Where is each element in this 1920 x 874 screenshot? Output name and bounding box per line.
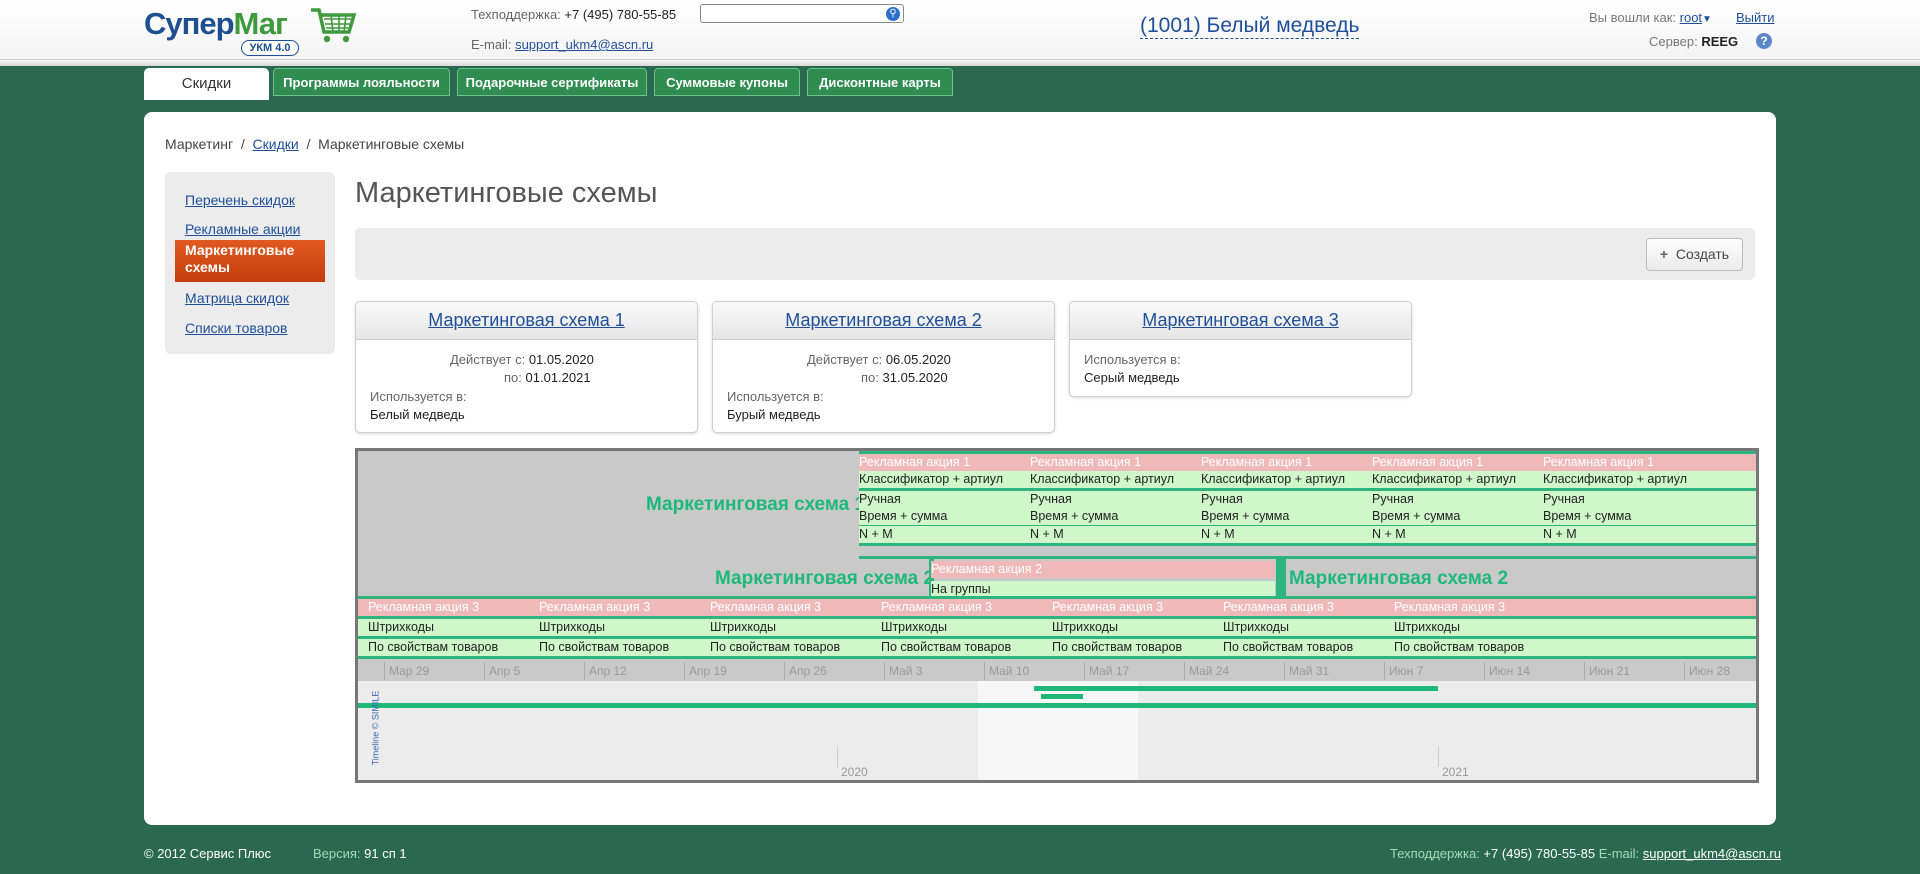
timeline-tick-label: Май 17	[1084, 662, 1129, 680]
plus-icon: +	[1659, 246, 1669, 262]
scheme-card: Маркетинговая схема 3 Используется в: Се…	[1069, 301, 1412, 397]
timeline-event[interactable]: Штрихкоды Штрихкоды Штрихкоды Штрихкоды Штри…	[358, 619, 1756, 636]
help-icon[interactable]: ?	[1756, 33, 1772, 49]
sidebar-item-discount-list[interactable]: Перечень скидок	[185, 192, 295, 208]
timeline-band	[859, 556, 1756, 559]
timeline-overview-event	[1034, 686, 1438, 691]
timeline-band	[859, 543, 1756, 546]
timeline-tick-label: Май 31	[1284, 662, 1329, 680]
scheme-card-body: Действует с: 01.05.2020 по: 01.01.2021 И…	[370, 352, 594, 422]
timeline-event[interactable]: Классификатор + артиул Классификатор + ар…	[859, 471, 1756, 488]
scheme-card-header: Маркетинговая схема 2	[713, 302, 1054, 340]
timeline-scheme-title: Маркетинговая схема 2	[715, 568, 935, 589]
logout-link[interactable]: Выйти	[1736, 10, 1775, 25]
tab-gift-certificates[interactable]: Подарочные сертификаты	[457, 68, 647, 96]
version-badge: УКМ 4.0	[241, 40, 299, 56]
timeline-tick-label: Июн 14	[1484, 662, 1530, 680]
server-name: REEG	[1701, 34, 1739, 49]
scheme-card-body: Используется в: Серый медведь	[1084, 352, 1181, 385]
timeline-event[interactable]: Ручная Ручная Ручная Ручная Ручная	[859, 491, 1756, 508]
scheme-card-body: Действует с: 06.05.2020 по: 31.05.2020 И…	[727, 352, 951, 422]
timeline-tick-label: Апр 5	[484, 662, 520, 680]
timeline-scheme-title: Маркетинговая схема 2	[1289, 568, 1509, 589]
user-info: Вы вошли как: root▼	[1589, 10, 1712, 25]
support-phone: +7 (495) 780-55-85	[564, 7, 677, 22]
scheme-card-header: Маркетинговая схема 3	[1070, 302, 1411, 340]
search-box[interactable]: ⚲	[700, 4, 904, 23]
timeline-overview-band[interactable]: 2020 2021 Timeline © SIMILE	[358, 681, 1756, 780]
sidebar: Перечень скидок Рекламные акции Маркетин…	[165, 172, 335, 354]
timeline-overview-event	[358, 703, 1756, 708]
server-info: Сервер: REEG	[1649, 34, 1739, 49]
scheme-card: Маркетинговая схема 2 Действует с: 06.05…	[712, 301, 1055, 433]
timeline-event[interactable]: N + MN + MN + MN + MN + M	[859, 526, 1756, 543]
footer-copyright: © 2012 Сервис Плюс	[144, 846, 272, 861]
timeline-event[interactable]: Рекламная акция 3 Рекламная акция 3 Реклам…	[358, 599, 1756, 616]
timeline[interactable]: Маркетинговая схема 1 Рекламная акция 1Р…	[355, 448, 1759, 783]
breadcrumb-link-discounts[interactable]: Скидки	[253, 136, 299, 152]
timeline-tick-label: Июн 7	[1384, 662, 1423, 680]
footer-email-link[interactable]: support_ukm4@ascn.ru	[1643, 846, 1781, 861]
timeline-tick-label: Мар 29	[384, 662, 429, 680]
timeline-tick-label: Июн 28	[1684, 662, 1730, 680]
timeline-tick-label: Апр 19	[684, 662, 727, 680]
tab-discounts[interactable]: Скидки	[144, 68, 269, 100]
cart-icon	[311, 8, 357, 43]
timeline-overview-event	[1041, 694, 1083, 699]
header-support: Техподдержка: +7 (495) 780-55-85	[471, 7, 677, 22]
sidebar-item-product-lists[interactable]: Списки товаров	[185, 320, 287, 336]
user-menu[interactable]: root	[1680, 10, 1702, 25]
sidebar-item-discount-matrix[interactable]: Матрица скидок	[185, 290, 289, 306]
timeline-band	[358, 656, 1756, 659]
breadcrumb-current: Маркетинговые схемы	[318, 136, 465, 152]
logo[interactable]: СуперМаг УКМ 4.0	[144, 4, 357, 56]
search-icon[interactable]: ⚲	[886, 7, 900, 21]
page-title: Маркетинговые схемы	[355, 177, 658, 209]
scheme-card: Маркетинговая схема 1 Действует с: 01.05…	[355, 301, 698, 433]
timeline-tick-label: Апр 26	[784, 662, 827, 680]
timeline-year-label: 2020	[837, 747, 868, 779]
chevron-down-icon[interactable]: ▼	[1702, 14, 1712, 25]
toolbar: + Создать	[355, 228, 1755, 280]
footer-version: Версия: 91 сп 1	[313, 846, 407, 861]
footer-support: Техподдержка: +7 (495) 780-55-85 E-mail:…	[1390, 846, 1781, 861]
timeline-event[interactable]: Рекламная акция 1 Рекламная акция 1 Реклам…	[859, 454, 1756, 471]
timeline-event[interactable]: Рекламная акция 2	[931, 561, 1275, 578]
scheme-card-title-link[interactable]: Маркетинговая схема 1	[428, 310, 624, 330]
timeline-tick-label: Июн 21	[1584, 662, 1630, 680]
timeline-event[interactable]: Время + сумма Время + сумма Время + сумма В…	[859, 508, 1756, 525]
scheme-card-title-link[interactable]: Маркетинговая схема 2	[785, 310, 981, 330]
timeline-tick-label: Май 10	[984, 662, 1029, 680]
sidebar-item-marketing-schemes[interactable]: Маркетинговые схемы	[175, 240, 325, 282]
tab-loyalty-programs[interactable]: Программы лояльности	[273, 68, 450, 96]
timeline-tick-label: Май 24	[1184, 662, 1229, 680]
scheme-card-header: Маркетинговая схема 1	[356, 302, 697, 340]
timeline-year-label: 2021	[1438, 747, 1469, 779]
timeline-axis: Мар 29 Апр 5 Апр 12 Апр 19 Апр 26 Май 3 Май 10…	[358, 662, 1756, 681]
timeline-tick-label: Май 3	[884, 662, 923, 680]
timeline-scheme-title: Маркетинговая схема 1	[646, 494, 866, 515]
sidebar-item-ad-campaigns[interactable]: Рекламные акции	[185, 221, 300, 237]
top-header: СуперМаг УКМ 4.0 Техподдержка: +7 (495) …	[0, 0, 1920, 60]
support-email-link[interactable]: support_ukm4@ascn.ru	[515, 37, 653, 52]
tab-sum-coupons[interactable]: Суммовые купоны	[654, 68, 800, 96]
breadcrumb: Маркетинг / Скидки / Маркетинговые схемы	[165, 136, 465, 152]
current-store-link[interactable]: (1001) Белый медведь	[1140, 14, 1360, 39]
create-button[interactable]: + Создать	[1646, 238, 1743, 271]
logo-text: СуперМаг	[144, 6, 288, 41]
header-divider	[0, 60, 1920, 66]
timeline-event[interactable]: По свойствам товаров По свойствам товаров…	[358, 639, 1756, 656]
timeline-credit: Timeline © SIMILE	[370, 690, 381, 766]
content-panel: Маркетинг / Скидки / Маркетинговые схемы…	[144, 112, 1776, 825]
timeline-band	[1276, 556, 1286, 596]
scheme-card-title-link[interactable]: Маркетинговая схема 3	[1142, 310, 1338, 330]
timeline-tick-label: Апр 12	[584, 662, 627, 680]
tab-discount-cards[interactable]: Дисконтные карты	[807, 68, 953, 96]
header-email: E-mail: support_ukm4@ascn.ru	[471, 37, 654, 52]
